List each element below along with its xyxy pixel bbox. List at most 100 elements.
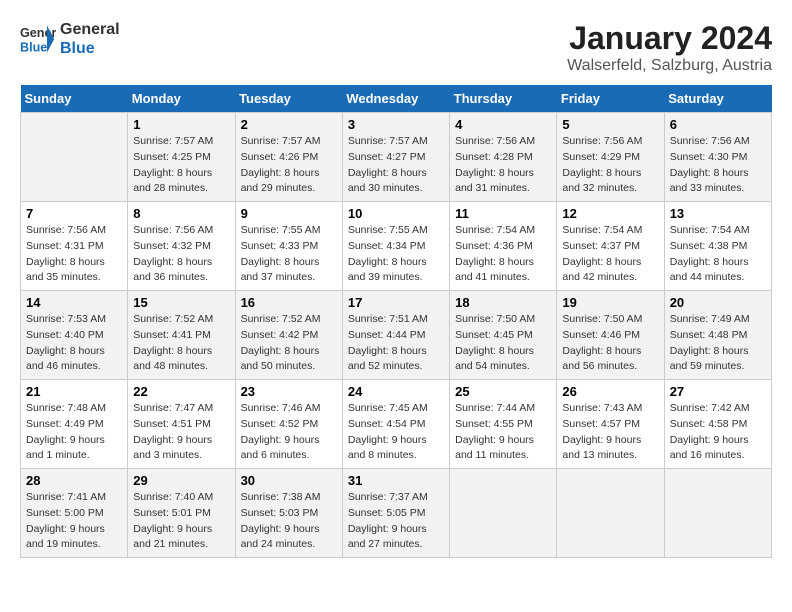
day-detail: Sunrise: 7:50 AMSunset: 4:45 PMDaylight:… xyxy=(455,312,551,375)
day-number: 30 xyxy=(241,473,337,488)
day-number: 28 xyxy=(26,473,122,488)
day-detail: Sunrise: 7:52 AMSunset: 4:41 PMDaylight:… xyxy=(133,312,229,375)
day-detail: Sunrise: 7:51 AMSunset: 4:44 PMDaylight:… xyxy=(348,312,444,375)
day-detail: Sunrise: 7:57 AMSunset: 4:27 PMDaylight:… xyxy=(348,134,444,197)
weekday-header-saturday: Saturday xyxy=(664,85,771,113)
svg-text:Blue: Blue xyxy=(20,41,47,55)
calendar-cell: 13 Sunrise: 7:54 AMSunset: 4:38 PMDayligh… xyxy=(664,202,771,291)
calendar-week-row: 1Sunrise: 7:57 AMSunset: 4:25 PMDaylight… xyxy=(21,113,772,202)
weekday-header-tuesday: Tuesday xyxy=(235,85,342,113)
calendar-table: SundayMondayTuesdayWednesdayThursdayFrid… xyxy=(20,85,772,558)
calendar-cell: 10 Sunrise: 7:55 AMSunset: 4:34 PMDayligh… xyxy=(342,202,449,291)
day-detail: Sunrise: 7:53 AMSunset: 4:40 PMDaylight:… xyxy=(26,312,122,375)
day-detail: Sunrise: 7:57 AMSunset: 4:25 PMDaylight:… xyxy=(133,134,229,197)
calendar-cell: 17Sunrise: 7:51 AMSunset: 4:44 PMDayligh… xyxy=(342,291,449,380)
calendar-cell: 11 Sunrise: 7:54 AMSunset: 4:36 PMDayligh… xyxy=(450,202,557,291)
day-detail: Sunrise: 7:54 AMSunset: 4:37 PMDaylight:… xyxy=(562,223,658,286)
calendar-cell: 23 Sunrise: 7:46 AMSunset: 4:52 PMDayligh… xyxy=(235,380,342,469)
day-number: 12 xyxy=(562,206,658,221)
logo-text: GeneralBlue xyxy=(60,20,120,58)
calendar-cell: 30 Sunrise: 7:38 AMSunset: 5:03 PMDayligh… xyxy=(235,469,342,558)
day-detail: Sunrise: 7:47 AMSunset: 4:51 PMDaylight:… xyxy=(133,401,229,464)
calendar-week-row: 14Sunrise: 7:53 AMSunset: 4:40 PMDayligh… xyxy=(21,291,772,380)
day-detail: Sunrise: 7:57 AMSunset: 4:26 PMDaylight:… xyxy=(241,134,337,197)
day-detail: Sunrise: 7:54 AMSunset: 4:36 PMDaylight:… xyxy=(455,223,551,286)
calendar-cell: 26Sunrise: 7:43 AMSunset: 4:57 PMDayligh… xyxy=(557,380,664,469)
calendar-cell: 16 Sunrise: 7:52 AMSunset: 4:42 PMDayligh… xyxy=(235,291,342,380)
calendar-cell: 8 Sunrise: 7:56 AMSunset: 4:32 PMDaylight… xyxy=(128,202,235,291)
day-number: 23 xyxy=(241,384,337,399)
day-detail: Sunrise: 7:44 AMSunset: 4:55 PMDaylight:… xyxy=(455,401,551,464)
day-number: 16 xyxy=(241,295,337,310)
calendar-cell: 21 Sunrise: 7:48 AMSunset: 4:49 PMDayligh… xyxy=(21,380,128,469)
calendar-cell: 18 Sunrise: 7:50 AMSunset: 4:45 PMDayligh… xyxy=(450,291,557,380)
day-detail: Sunrise: 7:37 AMSunset: 5:05 PMDaylight:… xyxy=(348,490,444,553)
day-number: 9 xyxy=(241,206,337,221)
day-detail: Sunrise: 7:55 AMSunset: 4:34 PMDaylight:… xyxy=(348,223,444,286)
calendar-cell: 31 Sunrise: 7:37 AMSunset: 5:05 PMDayligh… xyxy=(342,469,449,558)
day-number: 13 xyxy=(670,206,766,221)
day-detail: Sunrise: 7:54 AMSunset: 4:38 PMDaylight:… xyxy=(670,223,766,286)
page-header: General Blue GeneralBlue January 2024 Wa… xyxy=(20,20,772,75)
calendar-cell xyxy=(664,469,771,558)
calendar-cell: 29 Sunrise: 7:40 AMSunset: 5:01 PMDayligh… xyxy=(128,469,235,558)
weekday-header-wednesday: Wednesday xyxy=(342,85,449,113)
weekday-header-thursday: Thursday xyxy=(450,85,557,113)
logo: General Blue GeneralBlue xyxy=(20,20,120,58)
calendar-cell: 27Sunrise: 7:42 AMSunset: 4:58 PMDayligh… xyxy=(664,380,771,469)
day-number: 29 xyxy=(133,473,229,488)
calendar-cell xyxy=(450,469,557,558)
day-number: 8 xyxy=(133,206,229,221)
day-number: 7 xyxy=(26,206,122,221)
calendar-cell: 24Sunrise: 7:45 AMSunset: 4:54 PMDayligh… xyxy=(342,380,449,469)
calendar-cell: 14Sunrise: 7:53 AMSunset: 4:40 PMDayligh… xyxy=(21,291,128,380)
calendar-cell: 7 Sunrise: 7:56 AMSunset: 4:31 PMDaylight… xyxy=(21,202,128,291)
calendar-cell: 15 Sunrise: 7:52 AMSunset: 4:41 PMDayligh… xyxy=(128,291,235,380)
day-detail: Sunrise: 7:52 AMSunset: 4:42 PMDaylight:… xyxy=(241,312,337,375)
day-number: 11 xyxy=(455,206,551,221)
day-number: 15 xyxy=(133,295,229,310)
day-number: 25 xyxy=(455,384,551,399)
day-number: 18 xyxy=(455,295,551,310)
weekday-header-monday: Monday xyxy=(128,85,235,113)
day-detail: Sunrise: 7:56 AMSunset: 4:31 PMDaylight:… xyxy=(26,223,122,286)
calendar-cell: 6Sunrise: 7:56 AMSunset: 4:30 PMDaylight… xyxy=(664,113,771,202)
day-detail: Sunrise: 7:50 AMSunset: 4:46 PMDaylight:… xyxy=(562,312,658,375)
day-detail: Sunrise: 7:40 AMSunset: 5:01 PMDaylight:… xyxy=(133,490,229,553)
day-number: 31 xyxy=(348,473,444,488)
day-number: 21 xyxy=(26,384,122,399)
day-number: 3 xyxy=(348,117,444,132)
day-detail: Sunrise: 7:48 AMSunset: 4:49 PMDaylight:… xyxy=(26,401,122,464)
day-number: 10 xyxy=(348,206,444,221)
calendar-subtitle: Walserfeld, Salzburg, Austria xyxy=(567,57,772,75)
calendar-cell: 2 Sunrise: 7:57 AMSunset: 4:26 PMDaylight… xyxy=(235,113,342,202)
calendar-cell: 5Sunrise: 7:56 AMSunset: 4:29 PMDaylight… xyxy=(557,113,664,202)
day-number: 4 xyxy=(455,117,551,132)
calendar-week-row: 28 Sunrise: 7:41 AMSunset: 5:00 PMDayligh… xyxy=(21,469,772,558)
calendar-cell: 28 Sunrise: 7:41 AMSunset: 5:00 PMDayligh… xyxy=(21,469,128,558)
day-number: 2 xyxy=(241,117,337,132)
calendar-cell: 22 Sunrise: 7:47 AMSunset: 4:51 PMDayligh… xyxy=(128,380,235,469)
calendar-cell: 12 Sunrise: 7:54 AMSunset: 4:37 PMDayligh… xyxy=(557,202,664,291)
day-number: 22 xyxy=(133,384,229,399)
calendar-cell: 19Sunrise: 7:50 AMSunset: 4:46 PMDayligh… xyxy=(557,291,664,380)
calendar-cell: 25 Sunrise: 7:44 AMSunset: 4:55 PMDayligh… xyxy=(450,380,557,469)
day-number: 26 xyxy=(562,384,658,399)
day-detail: Sunrise: 7:56 AMSunset: 4:32 PMDaylight:… xyxy=(133,223,229,286)
calendar-cell: 4Sunrise: 7:56 AMSunset: 4:28 PMDaylight… xyxy=(450,113,557,202)
calendar-week-row: 21 Sunrise: 7:48 AMSunset: 4:49 PMDayligh… xyxy=(21,380,772,469)
calendar-title: January 2024 xyxy=(567,20,772,57)
calendar-cell xyxy=(557,469,664,558)
day-detail: Sunrise: 7:41 AMSunset: 5:00 PMDaylight:… xyxy=(26,490,122,553)
weekday-header-row: SundayMondayTuesdayWednesdayThursdayFrid… xyxy=(21,85,772,113)
day-detail: Sunrise: 7:38 AMSunset: 5:03 PMDaylight:… xyxy=(241,490,337,553)
day-detail: Sunrise: 7:46 AMSunset: 4:52 PMDaylight:… xyxy=(241,401,337,464)
day-detail: Sunrise: 7:49 AMSunset: 4:48 PMDaylight:… xyxy=(670,312,766,375)
day-number: 6 xyxy=(670,117,766,132)
title-block: January 2024 Walserfeld, Salzburg, Austr… xyxy=(567,20,772,75)
day-detail: Sunrise: 7:55 AMSunset: 4:33 PMDaylight:… xyxy=(241,223,337,286)
logo-icon: General Blue xyxy=(20,21,56,57)
calendar-week-row: 7 Sunrise: 7:56 AMSunset: 4:31 PMDaylight… xyxy=(21,202,772,291)
calendar-cell: 3 Sunrise: 7:57 AMSunset: 4:27 PMDaylight… xyxy=(342,113,449,202)
calendar-cell: 9 Sunrise: 7:55 AMSunset: 4:33 PMDaylight… xyxy=(235,202,342,291)
